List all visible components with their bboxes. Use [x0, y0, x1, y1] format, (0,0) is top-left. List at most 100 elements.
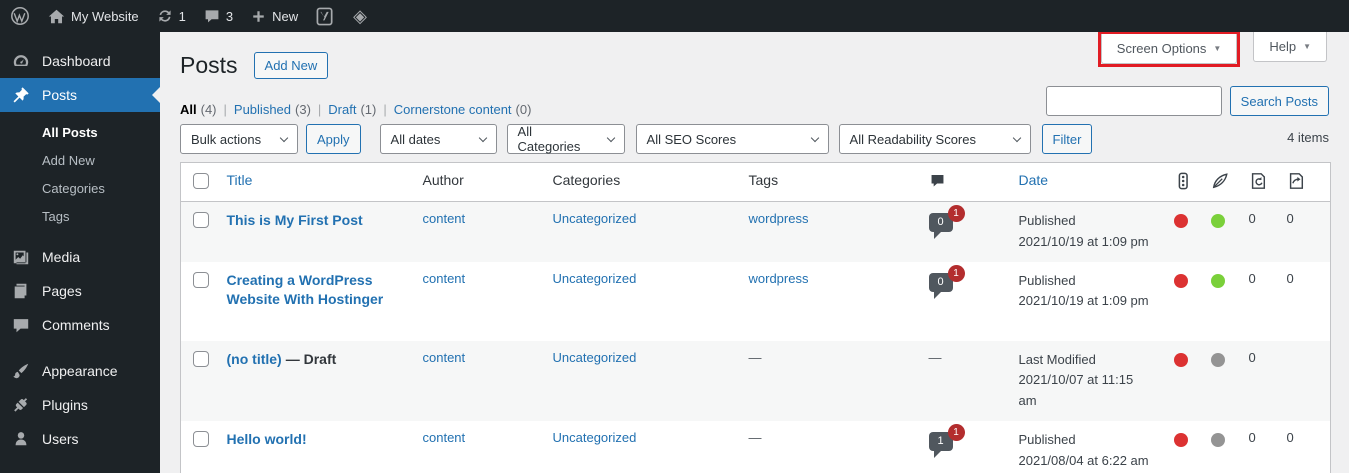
submenu-label: All Posts — [42, 124, 98, 140]
no-comments-dash: — — [928, 349, 942, 365]
pending-comments-badge[interactable]: 1 — [947, 205, 965, 222]
outgoing-links-count: 0 — [1248, 429, 1256, 445]
sidebar-item-users[interactable]: Users — [0, 422, 160, 456]
post-title-link[interactable]: This is My First Post — [227, 212, 363, 228]
post-title-link[interactable]: Creating a WordPress Website With Hostin… — [227, 272, 384, 308]
category-link[interactable]: Uncategorized — [553, 350, 637, 365]
menu-separator — [0, 342, 160, 354]
sidebar-item-media[interactable]: Media — [0, 240, 160, 274]
updates-menu[interactable]: 1 — [157, 8, 186, 24]
filter-toolbar: Bulk actions Apply All dates All Categor… — [180, 124, 1329, 154]
author-header: Author — [412, 162, 543, 202]
post-title-link[interactable]: Hello world! — [227, 431, 307, 447]
submenu-item-add-new[interactable]: Add New — [0, 146, 160, 174]
view-published[interactable]: Published (3) — [234, 102, 311, 117]
sidebar-item-label: Posts — [42, 87, 78, 103]
view-draft[interactable]: Draft (1) — [328, 102, 376, 117]
yoast-menu[interactable] — [316, 7, 335, 26]
select-value: All Categories — [517, 124, 581, 154]
no-tags-dash: — — [748, 349, 762, 365]
apply-button[interactable]: Apply — [306, 124, 361, 154]
internal-links-count: 0 — [1286, 429, 1294, 445]
category-link[interactable]: Uncategorized — [553, 271, 637, 286]
tag-link[interactable]: wordpress — [749, 211, 809, 226]
categories-filter-select[interactable]: All Categories — [506, 124, 625, 154]
internal-links-icon — [1287, 172, 1321, 190]
author-link[interactable]: content — [423, 271, 466, 286]
outgoing-internal-links-header[interactable] — [1238, 162, 1277, 202]
readability-scores-filter-select[interactable]: All Readability Scores — [838, 124, 1031, 154]
sidebar-item-appearance[interactable]: Appearance — [0, 354, 160, 388]
site-name-menu[interactable]: My Website — [48, 8, 139, 25]
chevron-down-icon: ▼ — [1303, 42, 1311, 51]
view-label: All — [180, 102, 197, 117]
sidebar-item-dashboard[interactable]: Dashboard — [0, 44, 160, 78]
post-state-label: — Draft — [285, 350, 337, 367]
sidebar-item-comments[interactable]: Comments — [0, 308, 160, 342]
page-title-row: Posts Add New — [180, 52, 329, 80]
internal-links-count: 0 — [1286, 211, 1294, 226]
comments-header[interactable] — [918, 162, 1009, 202]
annotation-red-box: Screen Options ▼ — [1097, 31, 1241, 67]
category-link[interactable]: Uncategorized — [553, 211, 637, 226]
table-row: This is My First Post content Uncategori… — [180, 201, 1331, 262]
seo-score-header[interactable] — [1163, 162, 1201, 202]
tag-link[interactable]: wordpress — [749, 271, 809, 286]
author-link[interactable]: content — [423, 211, 466, 226]
help-button[interactable]: Help ▼ — [1253, 32, 1327, 62]
admin-bar: My Website 1 3 New ◈ — [0, 0, 1349, 32]
select-value: All Readability Scores — [849, 131, 976, 147]
submenu-item-all-posts[interactable]: All Posts — [0, 118, 160, 146]
row-checkbox[interactable] — [193, 430, 209, 447]
search-input[interactable] — [1045, 86, 1222, 116]
readability-score-header[interactable] — [1200, 162, 1239, 202]
seo-score-dot — [1173, 432, 1188, 447]
gem-menu[interactable]: ◈ — [353, 7, 367, 25]
submenu-item-tags[interactable]: Tags — [0, 202, 160, 230]
readability-score-dot — [1210, 352, 1225, 367]
dates-filter-select[interactable]: All dates — [379, 124, 497, 154]
view-label: Cornerstone content — [393, 102, 512, 117]
sort-title-header[interactable]: Title — [227, 172, 253, 188]
seo-score-dot — [1173, 214, 1188, 228]
pages-icon — [12, 282, 32, 300]
pending-comments-badge[interactable]: 1 — [947, 264, 965, 282]
seo-scores-filter-select[interactable]: All SEO Scores — [635, 124, 829, 154]
chevron-down-icon — [1012, 133, 1021, 142]
view-cornerstone[interactable]: Cornerstone content (0) — [394, 102, 532, 117]
items-count: 4 items — [1287, 130, 1329, 145]
row-checkbox[interactable] — [193, 350, 209, 367]
search-posts-box: Search Posts — [1045, 86, 1329, 116]
sidebar-item-plugins[interactable]: Plugins — [0, 388, 160, 422]
row-checkbox[interactable] — [193, 271, 209, 288]
sort-date-header[interactable]: Date — [1019, 172, 1049, 188]
bulk-actions-select[interactable]: Bulk actions — [180, 124, 298, 154]
wordpress-logo-menu[interactable] — [10, 6, 30, 26]
table-row: Creating a WordPress Website With Hostin… — [180, 261, 1331, 341]
screen-options-button[interactable]: Screen Options ▼ — [1100, 34, 1238, 64]
author-link[interactable]: content — [423, 350, 466, 365]
new-content-menu[interactable]: New — [251, 9, 298, 24]
submenu-item-categories[interactable]: Categories — [0, 174, 160, 202]
view-count: (4) — [200, 102, 217, 117]
pending-comments-badge[interactable]: 1 — [947, 423, 965, 441]
add-new-button[interactable]: Add New — [253, 52, 329, 80]
comments-menu[interactable]: 3 — [204, 8, 233, 24]
category-link[interactable]: Uncategorized — [553, 430, 637, 445]
post-title-link[interactable]: (no title) — [227, 351, 282, 367]
view-all[interactable]: All (4) — [180, 102, 217, 117]
sidebar-item-pages[interactable]: Pages — [0, 274, 160, 308]
comments-bubble-icon — [204, 8, 220, 24]
row-checkbox[interactable] — [193, 212, 209, 228]
comment-count-bubble: 0 1 — [928, 205, 965, 239]
sidebar-item-label: Dashboard — [42, 53, 111, 69]
chevron-down-icon — [279, 133, 289, 142]
sidebar-item-posts[interactable]: Posts — [0, 78, 160, 112]
select-all-checkbox[interactable] — [193, 173, 209, 189]
filter-button[interactable]: Filter — [1041, 124, 1093, 154]
search-posts-button[interactable]: Search Posts — [1229, 86, 1329, 116]
admin-sidebar: Dashboard Posts All Posts Add New Catego… — [0, 32, 160, 473]
author-link[interactable]: content — [423, 430, 466, 445]
internal-links-header[interactable] — [1276, 162, 1331, 202]
help-label: Help — [1269, 39, 1297, 54]
